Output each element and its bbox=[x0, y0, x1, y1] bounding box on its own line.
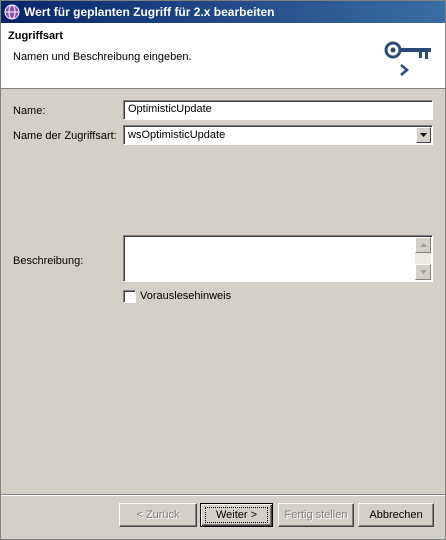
page-subtitle: Namen und Beschreibung eingeben. bbox=[13, 51, 192, 63]
description-scrollbar[interactable] bbox=[415, 237, 431, 280]
dialog-window: Wert für geplanten Zugriff für 2.x bearb… bbox=[0, 0, 446, 540]
key-icon bbox=[384, 41, 431, 76]
wizard-banner: Zugriffsart Namen und Beschreibung einge… bbox=[1, 23, 445, 89]
page-heading: Zugriffsart bbox=[8, 30, 63, 42]
access-type-value: wsOptimisticUpdate bbox=[128, 129, 226, 141]
access-type-label: Name der Zugriffsart: bbox=[13, 130, 117, 142]
next-button[interactable]: Weiter > bbox=[200, 503, 273, 527]
description-label: Beschreibung: bbox=[13, 255, 84, 267]
name-field[interactable]: OptimisticUpdate bbox=[123, 100, 433, 120]
name-label: Name: bbox=[13, 105, 46, 117]
description-textarea[interactable] bbox=[123, 235, 433, 282]
window-title: Wert für geplanten Zugriff für 2.x bearb… bbox=[24, 5, 275, 19]
cancel-button[interactable]: Abbrechen bbox=[358, 503, 434, 527]
prefetch-label: Vorauslesehinweis bbox=[140, 290, 232, 302]
button-separator bbox=[1, 494, 445, 496]
access-type-dropdown[interactable]: wsOptimisticUpdate bbox=[123, 125, 433, 145]
scroll-down-icon[interactable] bbox=[415, 264, 431, 280]
app-globe-icon bbox=[4, 4, 20, 20]
next-button-label: Weiter > bbox=[204, 507, 269, 523]
back-button[interactable]: < Zurück bbox=[119, 503, 197, 527]
title-bar[interactable]: Wert für geplanten Zugriff für 2.x bearb… bbox=[1, 1, 445, 23]
finish-button[interactable]: Fertig stellen bbox=[278, 503, 354, 527]
prefetch-checkbox[interactable] bbox=[123, 290, 136, 303]
scroll-up-icon[interactable] bbox=[415, 237, 431, 253]
chevron-down-icon[interactable] bbox=[416, 127, 431, 143]
